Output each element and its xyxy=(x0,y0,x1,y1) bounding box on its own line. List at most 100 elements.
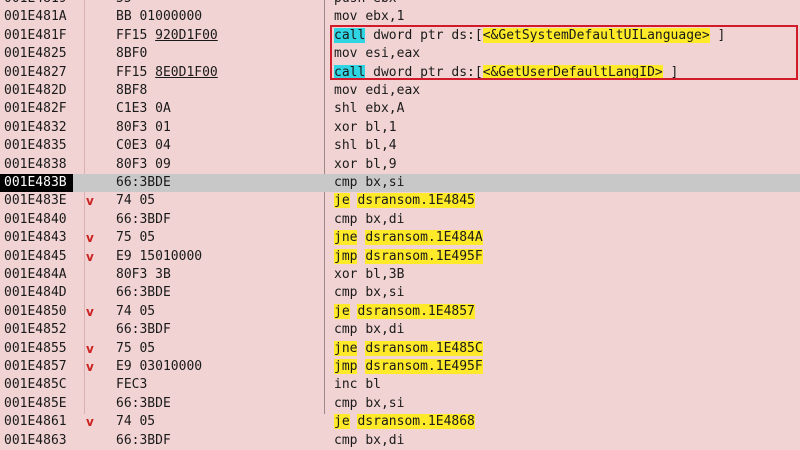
byte-segment: FEC3 xyxy=(116,377,148,393)
jump-arrow-icon: v xyxy=(86,194,94,209)
row-bytes: 55 xyxy=(116,0,132,8)
row-bytes: 75 05 xyxy=(116,340,155,358)
instruction-mnemonic: jne xyxy=(334,340,358,356)
instruction-row[interactable]: 001E4857 v E9 03010000 jmp dsransom.1E495F xyxy=(0,358,800,376)
instruction-operand[interactable]: dsransom.1E495F xyxy=(365,359,483,374)
instruction-mnemonic: cmp xyxy=(334,432,358,448)
row-instruction: cmp bx,di xyxy=(334,321,404,339)
instruction-row[interactable]: 001E4819 55 push ebx xyxy=(0,0,800,8)
instruction-row[interactable]: 001E4863 66:3BDF cmp bx,di xyxy=(0,432,800,450)
instruction-mnemonic: jmp xyxy=(334,359,358,374)
instruction-row[interactable]: 001E485C FEC3 inc bl xyxy=(0,376,800,394)
jump-arrow-icon: v xyxy=(86,304,94,319)
instruction-row[interactable]: 001E4840 66:3BDF cmp bx,di xyxy=(0,211,800,229)
jump-arrow-icon: v xyxy=(86,415,94,430)
instruction-operand[interactable]: dsransom.1E495F xyxy=(365,248,483,264)
instruction-operand: bx,di xyxy=(365,322,405,338)
instruction-row[interactable]: 001E484D 66:3BDE cmp bx,si xyxy=(0,284,800,302)
instruction-mnemonic: je xyxy=(334,193,350,209)
instruction-row[interactable]: 001E4850 v 74 05 je dsransom.1E4857 xyxy=(0,303,800,321)
instruction-row[interactable]: 001E4832 80F3 01 xor bl,1 xyxy=(0,119,800,137)
row-bytes: FEC3 xyxy=(116,376,147,394)
row-address: 001E4835 xyxy=(4,138,67,154)
instruction-operand: ebx,1 xyxy=(365,9,405,25)
instruction-row[interactable]: 001E4845 v E9 15010000 jmp dsransom.1E495F xyxy=(0,248,800,266)
instruction-row[interactable]: 001E485E 66:3BDE cmp bx,si xyxy=(0,395,800,413)
byte-segment: 8BF8 xyxy=(116,83,148,98)
instruction-row[interactable]: 001E481A BB 01000000 mov ebx,1 xyxy=(0,8,800,26)
instruction-mnemonic: jne xyxy=(334,230,358,246)
row-instruction: cmp bx,di xyxy=(334,432,404,450)
row-instruction: cmp bx,si xyxy=(334,174,404,192)
jump-arrow-icon: v xyxy=(86,360,94,374)
row-bytes: 74 05 xyxy=(116,192,155,210)
row-address: 001E4825 xyxy=(4,46,67,62)
instruction-mnemonic: mov xyxy=(334,83,358,98)
byte-segment: 66:3BDE xyxy=(116,285,171,301)
instruction-mnemonic: cmp xyxy=(334,175,358,190)
byte-segment: 80F3 3B xyxy=(116,267,171,282)
byte-segment: 66:3BDE xyxy=(116,395,171,411)
instruction-operand[interactable]: dsransom.1E4845 xyxy=(357,193,475,209)
row-bytes: FF15 8E0D1F00 xyxy=(116,64,218,82)
instruction-row[interactable]: 001E482D 8BF8 mov edi,eax xyxy=(0,82,800,100)
byte-segment: 74 05 xyxy=(116,193,156,209)
instruction-operand: bl xyxy=(365,377,381,393)
instruction-mnemonic: je xyxy=(334,414,350,430)
row-address: 001E4827 xyxy=(4,64,67,80)
byte-segment: E9 15010000 xyxy=(116,248,203,264)
disassembly-listing[interactable]: 001E4819 55 push ebx 001E481A BB 01000000 mov… xyxy=(0,0,800,448)
instruction-operand: bl,3B xyxy=(365,267,405,282)
row-instruction: push ebx xyxy=(334,0,397,8)
row-address: 001E483E xyxy=(4,193,67,209)
byte-segment: E9 03010000 xyxy=(116,359,203,374)
row-bytes: 8BF0 xyxy=(116,45,147,63)
instruction-operand: bl,1 xyxy=(365,119,397,135)
instruction-mnemonic: inc xyxy=(334,377,358,393)
byte-segment: C1E3 0A xyxy=(116,101,171,117)
instruction-row[interactable]: 001E483E v 74 05 je dsransom.1E4845 xyxy=(0,192,800,210)
row-bytes: E9 03010000 xyxy=(116,358,202,376)
instruction-row[interactable]: 001E4861 v 74 05 je dsransom.1E4868 xyxy=(0,413,800,431)
byte-segment: C0E3 04 xyxy=(116,138,171,154)
instruction-row[interactable]: 001E4852 66:3BDF cmp bx,di xyxy=(0,321,800,339)
instruction-row[interactable]: 001E4838 80F3 09 xor bl,9 xyxy=(0,156,800,174)
row-bytes: 75 05 xyxy=(116,229,155,247)
row-address: 001E485C xyxy=(4,377,67,393)
instruction-row[interactable]: 001E483B 66:3BDE cmp bx,si xyxy=(0,174,800,192)
row-address: 001E4855 xyxy=(4,340,67,356)
row-address: 001E4861 xyxy=(4,414,67,430)
byte-segment: FF15 xyxy=(116,27,156,43)
instruction-row[interactable]: 001E484A 80F3 3B xor bl,3B xyxy=(0,266,800,284)
row-address: 001E4845 xyxy=(4,248,67,264)
instruction-mnemonic: je xyxy=(334,303,350,319)
row-address: 001E4819 xyxy=(4,0,67,8)
row-address: 001E483B xyxy=(0,174,73,192)
instruction-operand: ebx,A xyxy=(365,101,405,117)
jump-arrow-icon: v xyxy=(86,249,94,264)
row-bytes: 80F3 09 xyxy=(116,156,171,174)
byte-segment: 75 05 xyxy=(116,340,156,356)
instruction-operand[interactable]: dsransom.1E4868 xyxy=(357,414,475,430)
instruction-operand[interactable]: dsransom.1E485C xyxy=(365,340,483,356)
instruction-operand[interactable]: dsransom.1E484A xyxy=(365,230,483,246)
row-instruction: jmp dsransom.1E495F xyxy=(334,358,483,376)
instruction-operand[interactable]: dsransom.1E4857 xyxy=(357,303,475,319)
row-bytes: BB 01000000 xyxy=(116,8,202,26)
instruction-operand: bx,si xyxy=(365,285,405,301)
row-address: 001E4852 xyxy=(4,322,67,338)
instruction-operand: bx,di xyxy=(365,211,405,227)
instruction-row[interactable]: 001E4835 C0E3 04 shl bl,4 xyxy=(0,137,800,155)
row-instruction: jne dsransom.1E484A xyxy=(334,229,483,247)
row-instruction: shl bl,4 xyxy=(334,137,397,155)
instruction-row[interactable]: 001E482F C1E3 0A shl ebx,A xyxy=(0,100,800,118)
byte-segment: 80F3 09 xyxy=(116,156,171,172)
row-bytes: 8BF8 xyxy=(116,82,147,100)
row-bytes: C1E3 0A xyxy=(116,100,171,118)
instruction-row[interactable]: 001E4855 v 75 05 jne dsransom.1E485C xyxy=(0,340,800,358)
instruction-row[interactable]: 001E4843 v 75 05 jne dsransom.1E484A xyxy=(0,229,800,247)
instruction-operand: bx,di xyxy=(365,432,405,448)
row-address: 001E4840 xyxy=(4,211,67,227)
row-bytes: 74 05 xyxy=(116,303,155,321)
byte-segment: 55 xyxy=(116,0,132,6)
